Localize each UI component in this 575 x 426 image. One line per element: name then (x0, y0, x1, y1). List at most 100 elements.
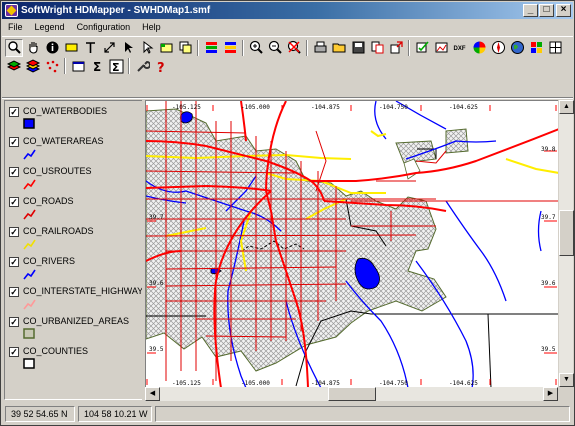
latitude-label-right: 39.8 (541, 146, 556, 153)
pan-button[interactable] (24, 39, 42, 57)
check-edit-button[interactable] (413, 39, 431, 57)
globe-button[interactable] (508, 39, 526, 57)
pointer-button[interactable] (119, 39, 137, 57)
layer-visibility-checkbox[interactable]: ✓ (9, 317, 19, 327)
layers-up-icon (205, 42, 217, 53)
minimize-button[interactable]: _ (523, 4, 538, 17)
scatter-points-icon (46, 60, 58, 72)
color-wheel-button[interactable] (470, 39, 488, 57)
layer-symbol-icon (23, 299, 36, 310)
zoom-cancel-button[interactable] (285, 39, 303, 57)
legend-layer[interactable]: ✓ CO_WATERAREAS (7, 134, 141, 163)
longitude-label-top: -104.750 (379, 104, 408, 111)
grid-button[interactable] (527, 39, 545, 57)
table-edit-button[interactable] (69, 57, 87, 75)
scatter-points-button[interactable] (43, 57, 61, 75)
layer-visibility-checkbox[interactable]: ✓ (9, 347, 19, 357)
vertical-scrollbar[interactable]: ▲ ▼ (558, 100, 574, 387)
legend-layer[interactable]: ✓ CO_URBANIZED_AREAS (7, 314, 141, 343)
menu-file[interactable]: File (2, 22, 29, 32)
legend-layer[interactable]: ✓ CO_ROADS (7, 194, 141, 223)
scroll-up-button[interactable]: ▲ (559, 100, 574, 114)
compass-button[interactable] (489, 39, 507, 57)
menu-help[interactable]: Help (136, 22, 167, 32)
toolbar-separator (128, 58, 130, 74)
svg-text:DXF: DXF (453, 46, 465, 52)
scroll-down-button[interactable]: ▼ (559, 373, 574, 387)
sum-box-icon: Σ (109, 59, 123, 74)
close-button[interactable]: × (556, 4, 571, 17)
legend-layer[interactable]: ✓ CO_RIVERS (7, 254, 141, 283)
layer-add-button[interactable] (5, 57, 23, 75)
legend-layer[interactable]: ✓ CO_WATERBODIES (7, 104, 141, 133)
layers-down-button[interactable] (221, 39, 239, 57)
globe-icon (510, 41, 524, 54)
legend-layer[interactable]: ✓ CO_COUNTIES (7, 344, 141, 373)
layer-symbol-icon (23, 358, 35, 369)
layer-stack-button[interactable] (24, 57, 42, 75)
layers-up-button[interactable] (202, 39, 220, 57)
title-bar[interactable]: SoftWright HDMapper - SWHDMap1.smf _ □ × (2, 2, 573, 19)
layer-stack-icon (25, 58, 40, 73)
horizontal-scroll-thumb[interactable] (328, 387, 376, 401)
longitude-label-bottom: -105.000 (241, 380, 270, 387)
map-view[interactable]: -105.125 -105.000 -104.875 -104.750 -104.625… (145, 100, 558, 387)
sum-box-button[interactable]: Σ (107, 57, 125, 75)
copy-button[interactable] (368, 39, 386, 57)
layer-visibility-checkbox[interactable]: ✓ (9, 257, 19, 267)
image-export-button[interactable] (432, 39, 450, 57)
scrollbar-corner (558, 387, 573, 401)
help-button[interactable]: ? (152, 57, 170, 75)
longitude-label-top: -105.125 (172, 104, 201, 111)
window-button[interactable] (546, 39, 564, 57)
select-button[interactable] (138, 39, 156, 57)
horizontal-scrollbar[interactable]: ◀ ▶ (145, 387, 558, 401)
toolbar-separator (197, 39, 199, 56)
layer-name: CO_INTERSTATE_HIGHWAY (23, 286, 142, 296)
rectangle-button[interactable] (157, 39, 175, 57)
scroll-left-button[interactable]: ◀ (145, 387, 160, 401)
layer-symbol-icon (23, 328, 35, 339)
layer-symbol-icon (23, 269, 36, 280)
status-message (155, 406, 570, 422)
vertical-scroll-thumb[interactable] (559, 210, 574, 256)
maximize-button[interactable]: □ (539, 4, 554, 17)
zoom-out-button[interactable] (266, 39, 284, 57)
text-tool-button[interactable] (81, 39, 99, 57)
menu-configuration[interactable]: Configuration (71, 22, 137, 32)
layer-visibility-checkbox[interactable]: ✓ (9, 227, 19, 237)
copy-map-button[interactable] (176, 39, 194, 57)
menu-legend[interactable]: Legend (29, 22, 71, 32)
wrench-icon (136, 60, 150, 72)
open-button[interactable] (330, 39, 348, 57)
layer-visibility-checkbox[interactable]: ✓ (9, 137, 19, 147)
status-bar: 39 52 54.65 N 104 58 10.21 W (2, 404, 573, 424)
layer-visibility-checkbox[interactable]: ✓ (9, 287, 19, 297)
scroll-right-button[interactable]: ▶ (543, 387, 558, 401)
layer-visibility-checkbox[interactable]: ✓ (9, 167, 19, 177)
legend-layer[interactable]: ✓ CO_RAILROADS (7, 224, 141, 253)
sum-button[interactable]: Σ (88, 57, 106, 75)
zoom-in-button[interactable] (247, 39, 265, 57)
map-canvas[interactable]: -105.125 -105.000 -104.875 -104.750 -104.625… (146, 101, 558, 387)
longitude-label-bottom: -105.125 (172, 380, 201, 387)
check-edit-icon (416, 41, 429, 53)
save-button[interactable] (349, 39, 367, 57)
longitude-label-bottom: -104.875 (311, 380, 340, 387)
zoom-tool-button[interactable] (5, 38, 23, 57)
dxf-export-button[interactable]: DXF (451, 39, 469, 57)
resize-button[interactable] (100, 39, 118, 57)
color-wheel-icon (473, 41, 485, 54)
print-button[interactable] (311, 39, 329, 57)
legend-layer[interactable]: ✓ CO_USROUTES (7, 164, 141, 193)
label-tag-button[interactable] (62, 39, 80, 57)
info-button[interactable] (43, 39, 61, 57)
layer-visibility-checkbox[interactable]: ✓ (9, 197, 19, 207)
printer-icon (314, 41, 326, 53)
export-button[interactable] (387, 39, 405, 57)
tools-button[interactable] (133, 57, 151, 75)
legend-layer[interactable]: ✓ CO_INTERSTATE_HIGHWAY (7, 284, 142, 313)
layers-down-icon (224, 42, 236, 53)
table-edit-icon (72, 61, 84, 71)
layer-visibility-checkbox[interactable]: ✓ (9, 107, 19, 117)
